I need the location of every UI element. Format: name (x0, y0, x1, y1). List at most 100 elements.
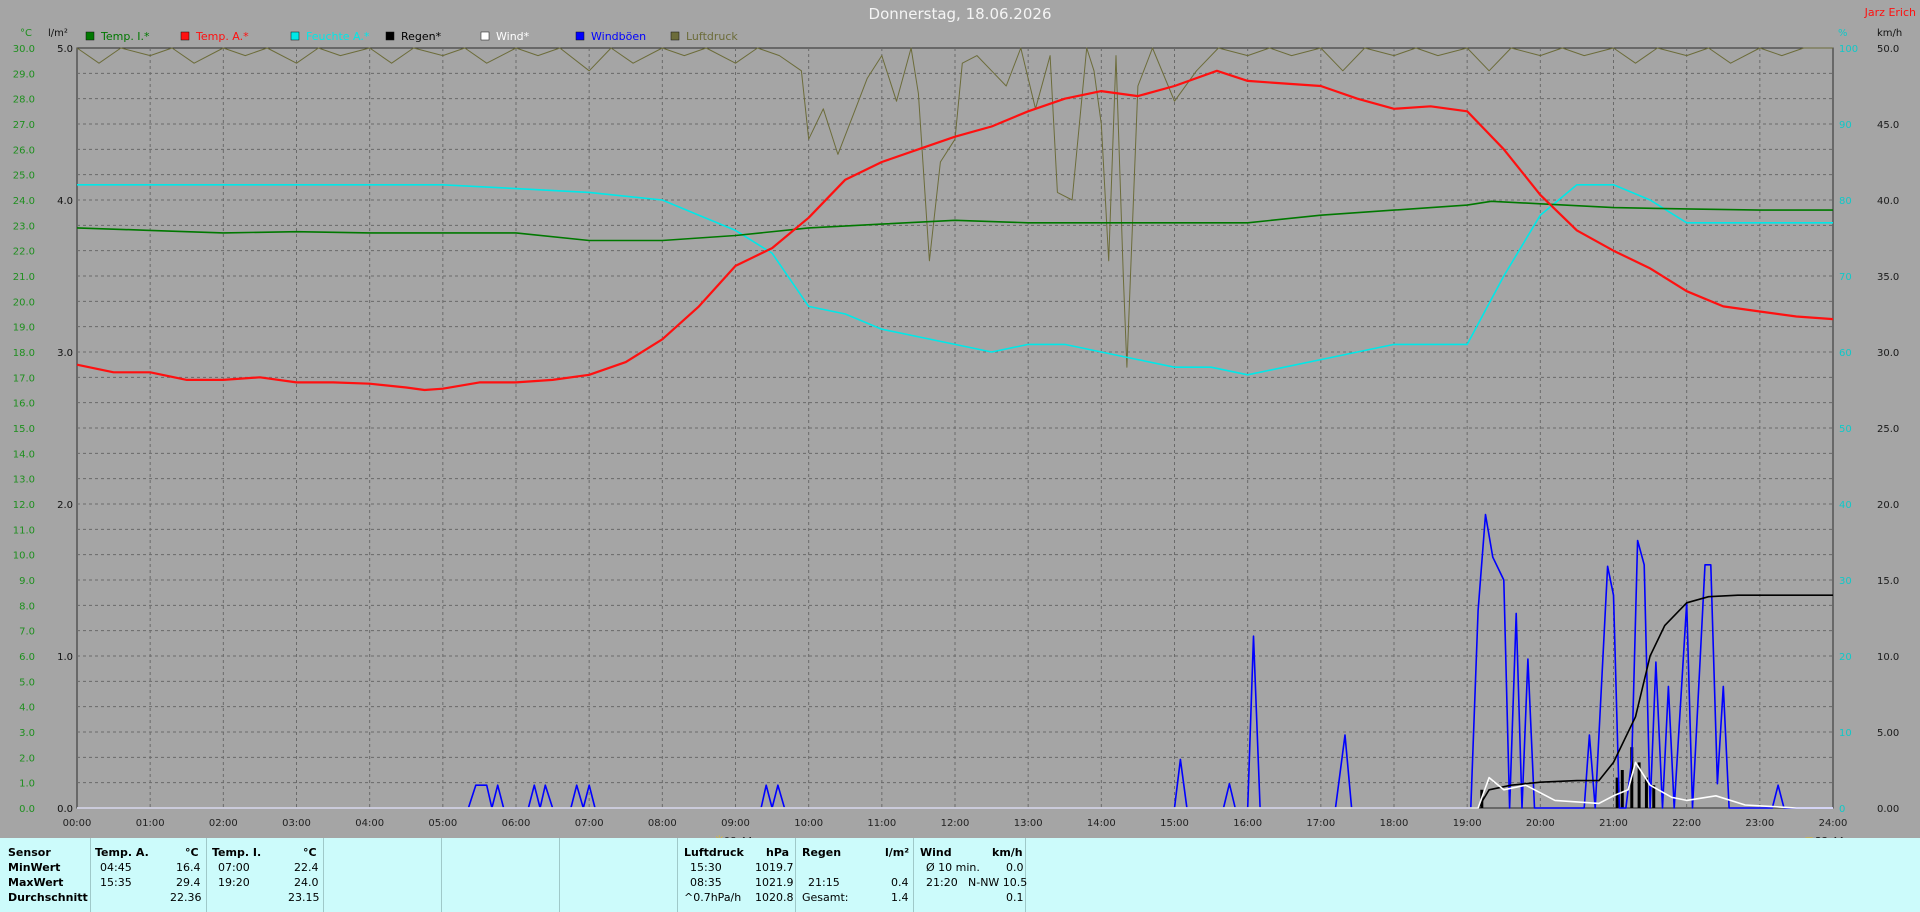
stats-rain-max: 0.4 (891, 876, 909, 889)
stats-wind-mean: 0.1 (1006, 891, 1024, 904)
rain-tick-label: 0.0 (57, 804, 73, 815)
stats-temp-a-min: 16.4 (176, 861, 201, 874)
time-tick-label: 21:00 (1599, 818, 1628, 829)
stats-temp-a-max-time: 15:35 (100, 876, 132, 889)
stats-rain-max-time: 21:15 (808, 876, 840, 889)
time-tick-label: 09:00 (721, 818, 750, 829)
humidity-tick-label: 80 (1839, 196, 1852, 207)
temp-tick-label: 14.0 (13, 449, 35, 460)
legend-swatch (290, 31, 300, 41)
temp-tick-label: 26.0 (13, 145, 35, 156)
rain-bar (1620, 770, 1624, 808)
temp-tick-label: 21.0 (13, 272, 35, 283)
stats-temp-i-max-time: 19:20 (218, 876, 250, 889)
legend-label: Temp. A.* (195, 30, 249, 43)
humidity-tick-label: 90 (1839, 120, 1852, 131)
stats-pressure-unit: hPa (766, 846, 790, 859)
stats-rain-head: Regen (802, 846, 842, 859)
humidity-tick-label: 50 (1839, 424, 1852, 435)
time-tick-label: 08:00 (648, 818, 677, 829)
humidity-tick-label: 30 (1839, 576, 1852, 587)
legend-label: Regen* (401, 30, 442, 43)
wind-tick-label: 35.0 (1877, 272, 1899, 283)
wind-tick-label: 10.0 (1877, 652, 1899, 663)
stats-temp-i-min: 22.4 (294, 861, 319, 874)
time-tick-label: 02:00 (209, 818, 238, 829)
temp-tick-label: 5.0 (19, 677, 35, 688)
rain-tick-label: 5.0 (57, 44, 73, 55)
temp-tick-label: 30.0 (13, 44, 35, 55)
humidity-tick-label: 70 (1839, 272, 1852, 283)
wind-tick-label: 20.0 (1877, 500, 1899, 511)
legend-swatch (575, 31, 585, 41)
legend-label: Temp. I.* (100, 30, 150, 43)
time-tick-label: 19:00 (1453, 818, 1482, 829)
humidity-tick-label: 40 (1839, 500, 1852, 511)
temp-tick-label: 18.0 (13, 348, 35, 359)
rain-tick-label: 3.0 (57, 348, 73, 359)
stats-temp-a-unit: °C (185, 846, 199, 859)
temp-tick-label: 17.0 (13, 373, 35, 384)
temp-tick-label: 12.0 (13, 500, 35, 511)
stats-maxwert-label: MaxWert (8, 876, 64, 889)
stats-panel: Sensor MinWert MaxWert Durchschnitt Temp… (0, 838, 1920, 912)
time-tick-label: 22:00 (1672, 818, 1701, 829)
temp-tick-label: 3.0 (19, 728, 35, 739)
rain-tick-label: 2.0 (57, 500, 73, 511)
temp-tick-label: 2.0 (19, 753, 35, 764)
humidity-tick-label: 60 (1839, 348, 1852, 359)
time-tick-label: 03:00 (282, 818, 311, 829)
stats-durchschnitt-label: Durchschnitt (8, 891, 88, 904)
time-tick-label: 01:00 (136, 818, 165, 829)
humidity-tick-label: 0 (1839, 804, 1845, 815)
time-tick-label: 07:00 (575, 818, 604, 829)
wind-unit-label: km/h (1877, 28, 1902, 39)
stats-wind-max-time: 21:20 (926, 876, 958, 889)
time-tick-label: 13:00 (1014, 818, 1043, 829)
temp-tick-label: 6.0 (19, 652, 35, 663)
time-tick-label: 05:00 (428, 818, 457, 829)
stats-pressure-head: Luftdruck (684, 846, 744, 859)
temp-tick-label: 25.0 (13, 171, 35, 182)
wind-tick-label: 40.0 (1877, 196, 1899, 207)
legend-swatch (670, 31, 680, 41)
legend-swatch (180, 31, 190, 41)
rain-tick-label: 4.0 (57, 196, 73, 207)
wind-tick-label: 15.0 (1877, 576, 1899, 587)
time-tick-label: 14:00 (1087, 818, 1116, 829)
stats-wind-unit: km/h (992, 846, 1023, 859)
humidity-tick-label: 100 (1839, 44, 1858, 55)
temp-tick-label: 16.0 (13, 399, 35, 410)
temp-tick-label: 29.0 (13, 69, 35, 80)
stats-wind-head: Wind (920, 846, 952, 859)
time-tick-label: 11:00 (867, 818, 896, 829)
temp-tick-label: 11.0 (13, 525, 35, 536)
temp-tick-label: 24.0 (13, 196, 35, 207)
time-tick-label: 00:00 (63, 818, 92, 829)
temp-tick-label: 8.0 (19, 601, 35, 612)
stats-temp-i-head: Temp. I. (212, 846, 262, 859)
time-tick-label: 15:00 (1160, 818, 1189, 829)
wind-tick-label: 25.0 (1877, 424, 1899, 435)
temp-tick-label: 9.0 (19, 576, 35, 587)
time-tick-label: 20:00 (1526, 818, 1555, 829)
legend-swatch (480, 31, 490, 41)
stats-temp-i-min-time: 07:00 (218, 861, 250, 874)
legend-label: Windböen (591, 30, 646, 43)
stats-wind-avg: 0.0 (1006, 861, 1024, 874)
wind-tick-label: 50.0 (1877, 44, 1899, 55)
temp-tick-label: 4.0 (19, 703, 35, 714)
stats-rain-total: 1.4 (891, 891, 909, 904)
legend-label: Feuchte A.* (306, 30, 370, 43)
time-tick-label: 17:00 (1306, 818, 1335, 829)
stats-sensor-label: Sensor (8, 846, 51, 859)
rain-tick-label: 1.0 (57, 652, 73, 663)
temp-tick-label: 10.0 (13, 551, 35, 562)
legend-swatch (385, 31, 395, 41)
wind-tick-label: 5.00 (1877, 728, 1899, 739)
weather-chart: Temp. I.* Temp. A.* Feuchte A.* Regen* Wind*… (13, 28, 1903, 838)
temp-tick-label: 13.0 (13, 475, 35, 486)
temp-tick-label: 7.0 (19, 627, 35, 638)
stats-rain-total-label: Gesamt: (802, 891, 849, 904)
stats-pressure-max-time: 08:35 (690, 876, 722, 889)
